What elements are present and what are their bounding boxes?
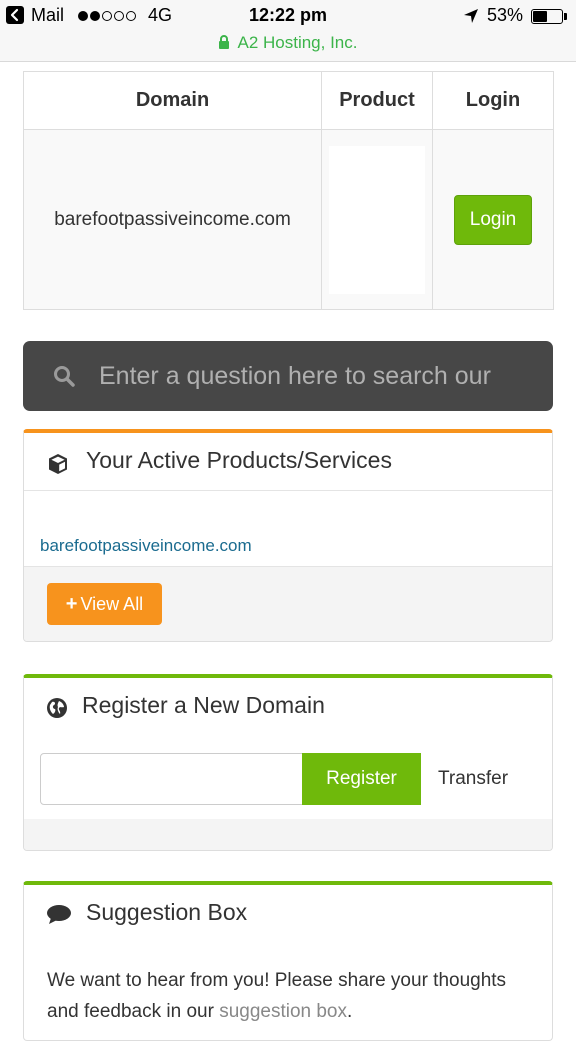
globe-icon xyxy=(46,697,68,724)
product-cell xyxy=(321,129,433,310)
knowledgebase-search-bar xyxy=(23,341,553,411)
battery-icon xyxy=(531,9,563,24)
panel-footer xyxy=(24,819,552,850)
location-arrow-icon xyxy=(463,8,479,29)
login-button[interactable]: Login xyxy=(453,194,533,245)
register-button[interactable]: Register xyxy=(302,753,421,805)
panel-footer: + View All xyxy=(24,566,552,641)
lock-icon xyxy=(218,34,230,54)
suggestion-text-end: . xyxy=(347,1001,353,1022)
view-all-button[interactable]: + View All xyxy=(47,583,162,625)
view-all-label: View All xyxy=(80,594,144,614)
domain-cell: barefootpassiveincome.com xyxy=(23,129,322,310)
suggestion-box-link[interactable]: suggestion box xyxy=(219,1001,347,1022)
panel-title: Your Active Products/Services xyxy=(86,447,392,473)
domains-table: Domain Product Login barefootpassiveinco… xyxy=(23,71,554,310)
column-header-login: Login xyxy=(432,71,554,130)
battery-percent: 53% xyxy=(487,5,524,25)
plus-icon: + xyxy=(65,593,78,615)
column-header-product: Product xyxy=(321,71,433,130)
product-placeholder xyxy=(329,145,425,294)
search-input[interactable] xyxy=(99,341,539,411)
table-header-row: Domain Product Login xyxy=(23,71,554,130)
panel-header: Register a New Domain xyxy=(24,678,552,736)
panel-title: Register a New Domain xyxy=(82,692,325,718)
column-header-domain: Domain xyxy=(23,71,322,130)
suggestion-text: We want to hear from you! Please share y… xyxy=(47,965,527,1027)
comment-icon xyxy=(46,904,72,931)
active-product-link[interactable]: barefootpassiveincome.com xyxy=(40,536,252,556)
active-products-panel: Your Active Products/Services barefootpa… xyxy=(23,429,553,642)
domain-search-input[interactable] xyxy=(40,753,303,805)
panel-header: Suggestion Box xyxy=(24,885,552,943)
suggestion-box-panel: Suggestion Box We want to hear from you!… xyxy=(23,881,553,1041)
address-bar[interactable]: A2 Hosting, Inc. xyxy=(0,33,576,54)
status-bar: Mail 4G 12:22 pm 53% A2 Hosting, Inc. xyxy=(0,0,576,62)
transfer-button[interactable]: Transfer xyxy=(438,753,508,805)
table-row: barefootpassiveincome.com Login xyxy=(23,129,554,310)
site-name: A2 Hosting, Inc. xyxy=(237,33,358,52)
panel-title: Suggestion Box xyxy=(86,899,248,925)
battery-tip xyxy=(564,13,567,20)
panel-header: Your Active Products/Services xyxy=(24,433,552,491)
login-cell: Login xyxy=(432,129,554,310)
cube-icon xyxy=(46,452,70,481)
register-domain-panel: Register a New Domain Register Transfer xyxy=(23,674,553,851)
search-icon xyxy=(53,365,75,392)
